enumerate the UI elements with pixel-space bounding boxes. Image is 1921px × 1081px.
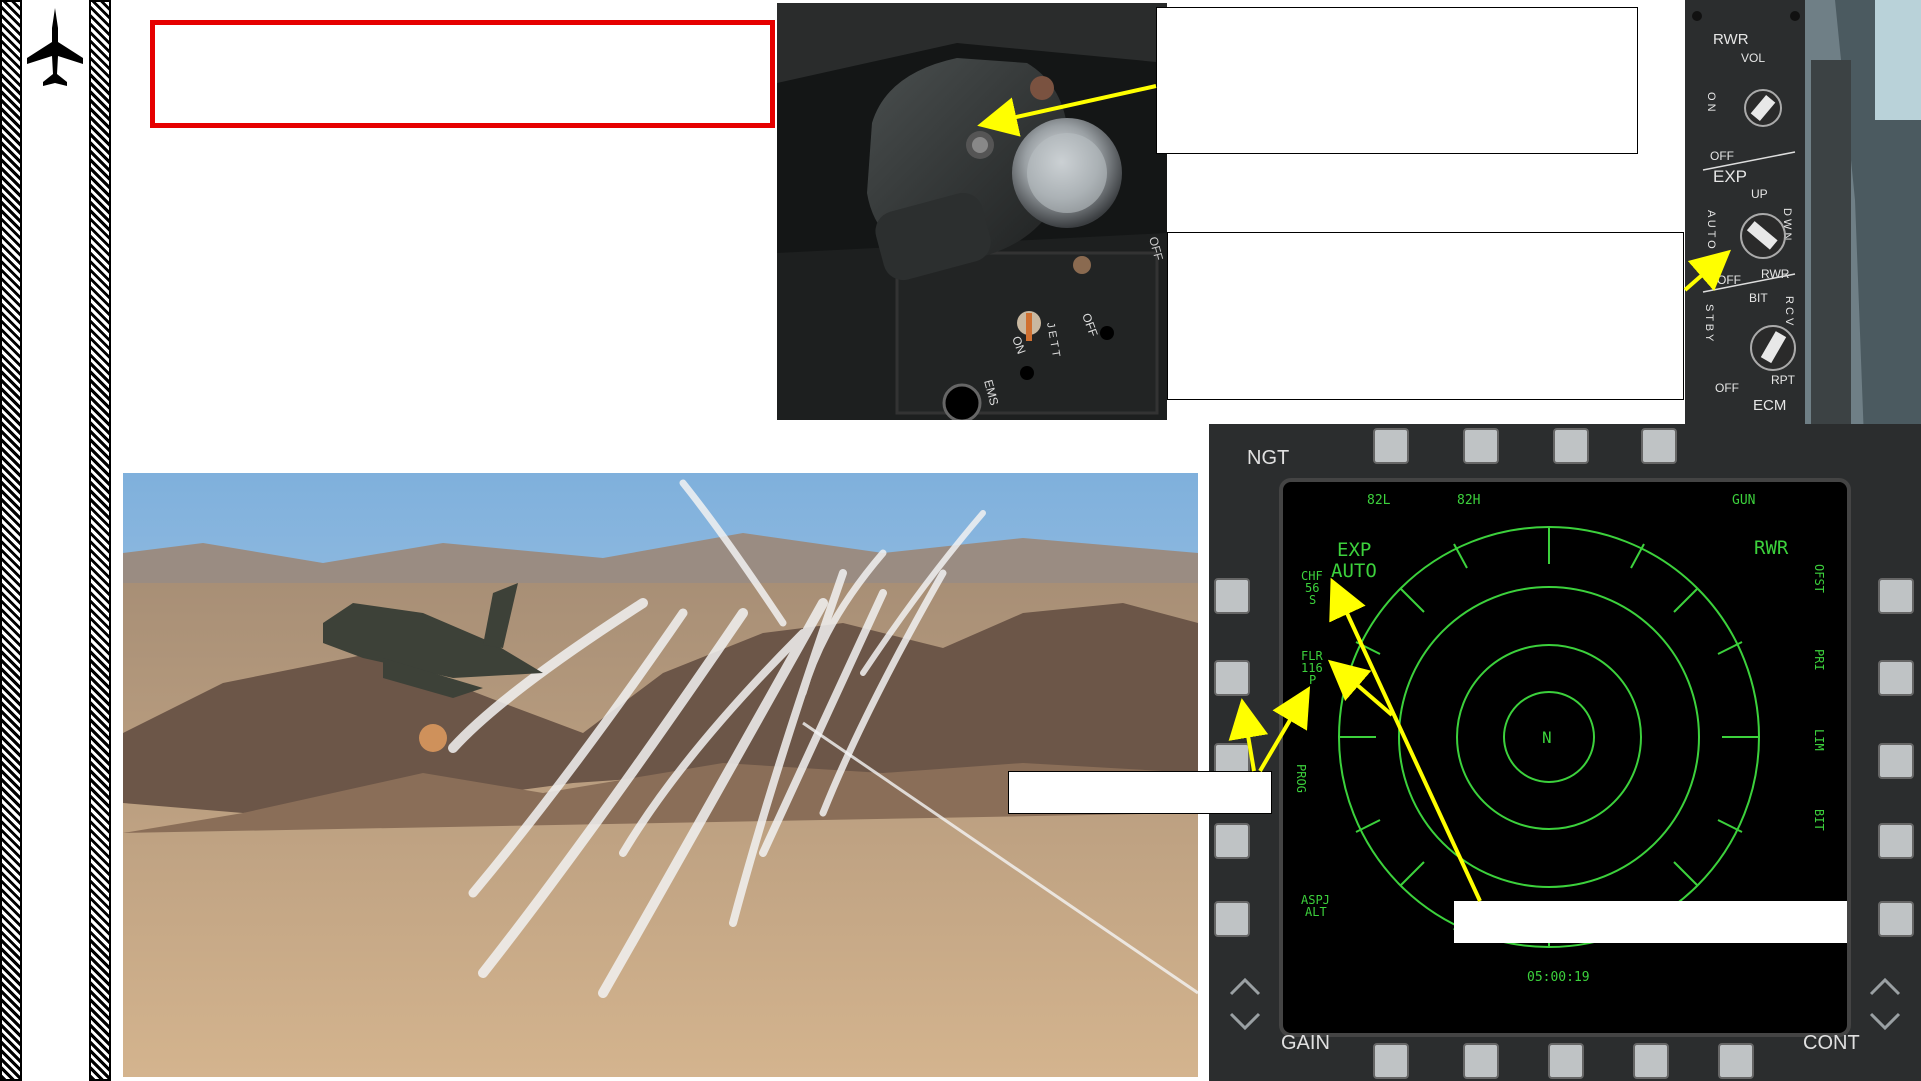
harrier-jet-icon [27,8,83,86]
ecm-label-on: O N [1705,92,1717,112]
callout-box-dispenser [1156,7,1638,154]
hatched-border-right [89,0,111,1081]
mpcd-time: 05:00:19 [1527,970,1590,985]
mpcd-left-label-alt: ALT [1305,905,1327,919]
mpcd-flr-mode: P [1309,673,1316,687]
mpcd-rwr-page-photo: NGT GAIN CONT 82L 82H GUN RWR EXP AUTO C… [1209,424,1921,1081]
mpcd-right-label-ofst: OFST [1812,564,1826,593]
mpcd-label-ngt: NGT [1247,447,1289,469]
ecm-label-ecm: ECM [1753,397,1786,414]
mpcd-top-label-gun: GUN [1732,493,1755,508]
ecm-label-rwr: RWR [1713,31,1749,48]
mpcd-label-cont: CONT [1803,1032,1860,1054]
ecm-label-off-top: OFF [1710,149,1734,163]
ecm-label-up: UP [1751,187,1768,201]
mpcd-mode-rwr: RWR [1754,537,1789,559]
ecm-label-stby: S T B Y [1703,304,1715,342]
ecm-label-rwr-mode: RWR [1761,267,1790,281]
ecm-label-rpt: RPT [1771,373,1796,387]
ecm-label-bit: BIT [1749,291,1768,305]
dispenser-panel-photo: OFF J E T T ON EMS OFF [777,3,1167,420]
callout-box-exp-switch [1167,232,1684,400]
ecm-label-rcv: R C V [1783,296,1795,326]
callout-box-osb [1008,771,1272,814]
mpcd-center-n: N [1542,728,1552,747]
mpcd-exp-line1: EXP [1337,539,1371,561]
mpcd-top-label-82h: 82H [1457,493,1480,508]
ecm-label-exp: EXP [1713,167,1747,186]
mpcd-label-gain: GAIN [1281,1032,1330,1054]
mpcd-right-label-bit: BIT [1812,809,1826,831]
title-box [150,20,775,128]
mpcd-right-label-pri: PRI [1812,649,1826,671]
logo-strip [22,0,89,1081]
ecm-label-auto: A U T O [1705,210,1717,249]
ecm-label-vol: VOL [1741,51,1765,65]
mpcd-chf-mode: S [1309,593,1316,607]
mpcd-top-label-82l: 82L [1367,493,1391,508]
ecm-label-off-low: OFF [1715,381,1739,395]
callout-box-countermeasure-count [1454,901,1847,943]
ecm-panel-photo: RWR VOL O N OFF EXP UP D W N A U T O OFF… [1685,0,1921,466]
mpcd-right-label-lim: LIM [1812,729,1826,751]
mpcd-exp-line2: AUTO [1331,560,1377,582]
mpcd-left-label-prog: PROG [1294,764,1308,793]
hatched-border-left [0,0,22,1081]
